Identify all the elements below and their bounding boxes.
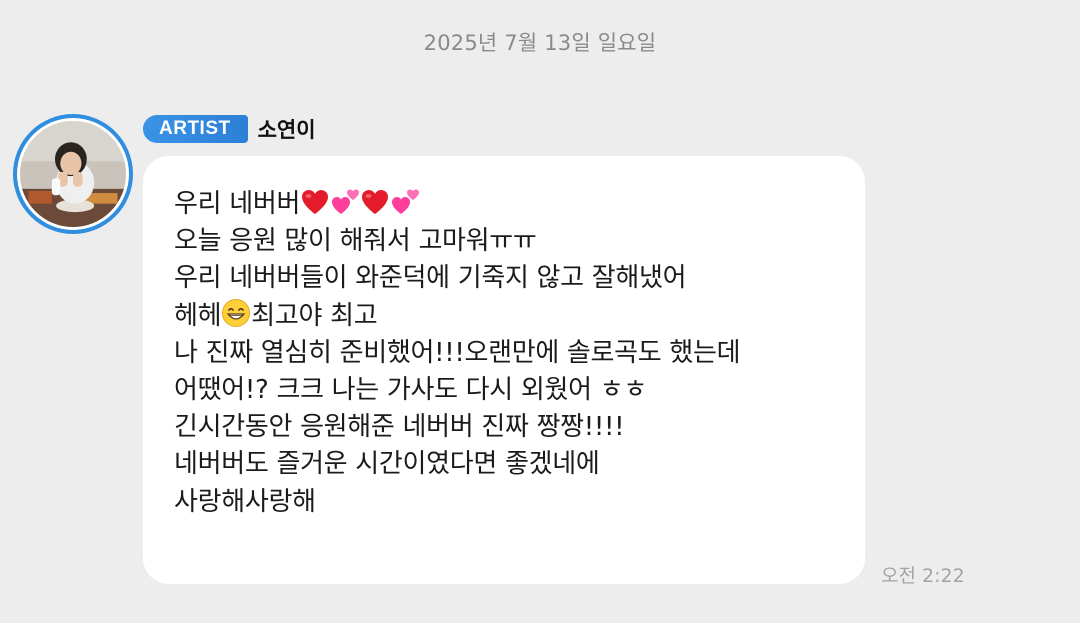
date-divider: 2025년 7월 13일 일요일 (423, 31, 657, 55)
message-line: 헤헤 최고야 최고 (174, 298, 865, 335)
avatar[interactable] (13, 114, 133, 234)
artist-badge: ARTIST (143, 115, 248, 143)
message-line: 네버버도 즐거운 시간이였다면 좋겠네에 (174, 446, 865, 483)
sender-row: ARTIST 소연이 (143, 114, 316, 144)
message-text: 나 진짜 열심히 준비했어!!!오랜만에 솔로곡도 했는데 (174, 337, 741, 368)
message-line: 오늘 응원 많이 해줘서 고마워ㅠㅠ (174, 223, 865, 260)
message-text: 최고야 최고 (251, 300, 378, 331)
two-hearts-icon (390, 188, 420, 227)
two-hearts-icon (330, 188, 360, 227)
message-line: 우리 네버버 (174, 186, 865, 223)
message-text: 긴시간동안 응원해준 네버버 진짜 짱짱!!!! (174, 412, 625, 443)
message-line: 우리 네버버들이 와준덕에 기죽지 않고 잘해냈어 (174, 260, 865, 297)
message-text: 사랑해사랑해 (174, 486, 316, 517)
avatar-photo (20, 121, 126, 227)
message-line: 나 진짜 열심히 준비했어!!!오랜만에 솔로곡도 했는데 (174, 335, 865, 372)
message-timestamp: 오전 2:22 (881, 565, 965, 587)
red-heart-icon (360, 188, 390, 227)
avatar-ring (17, 118, 129, 230)
message-text: 오늘 응원 많이 해줘서 고마워ㅠㅠ (174, 226, 537, 257)
message-text: 우리 네버버들이 와준덕에 기죽지 않고 잘해냈어 (174, 263, 687, 294)
message-text: 어땠어!? 크크 나는 가사도 다시 외웠어 ㅎㅎ (174, 374, 647, 405)
grinning-face-icon (221, 298, 251, 339)
message-text: 네버버도 즐거운 시간이였다면 좋겠네에 (174, 449, 600, 480)
sender-name[interactable]: 소연이 (258, 114, 316, 144)
message-line: 사랑해사랑해 (174, 484, 865, 521)
message-bubble[interactable]: 우리 네버버 오늘 응원 많이 해줘서 고마워ㅠㅠ 우리 네버버들이 와준덕에 … (143, 156, 865, 584)
message-text: 우리 네버버 (174, 189, 301, 219)
message-line: 긴시간동안 응원해준 네버버 진짜 짱짱!!!! (174, 409, 865, 446)
red-heart-icon (300, 188, 330, 227)
message-line: 어땠어!? 크크 나는 가사도 다시 외웠어 ㅎㅎ (174, 372, 865, 409)
message-text: 헤헤 (174, 300, 222, 331)
